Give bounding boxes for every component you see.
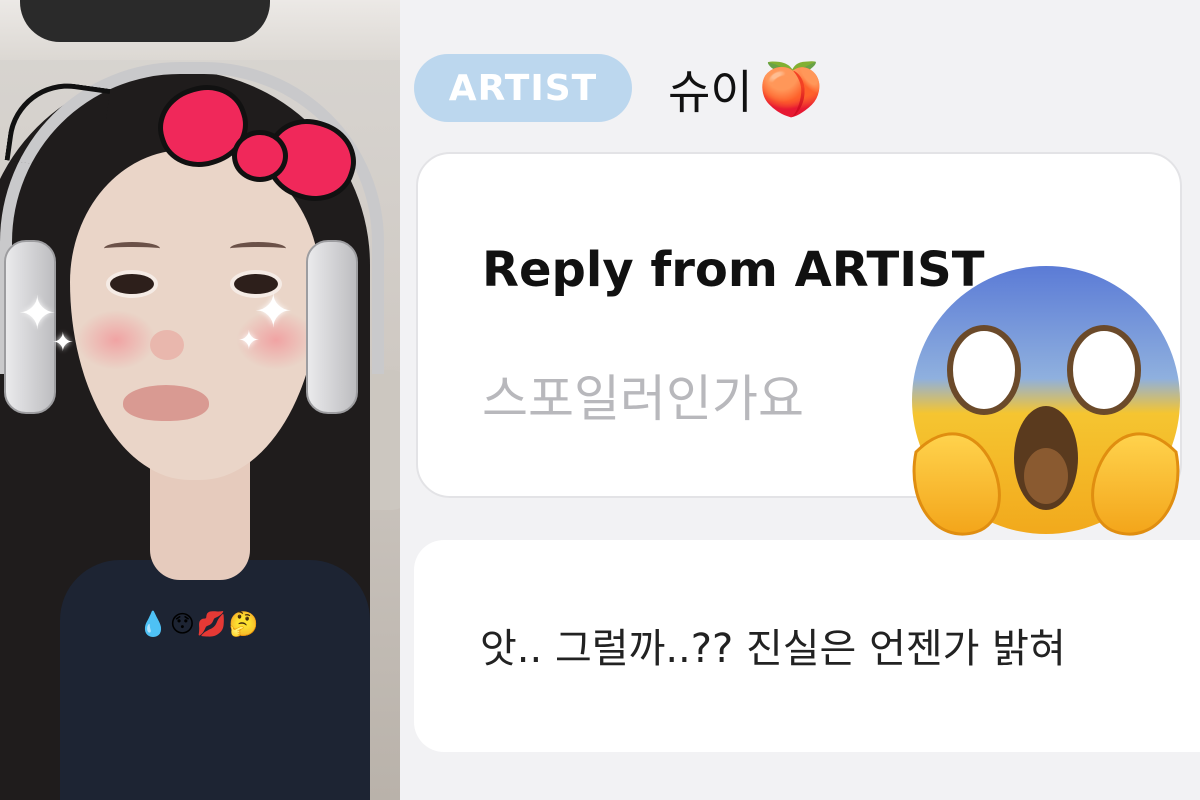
cat-ear-filter [4,75,111,174]
lips [123,385,209,421]
message-bubble[interactable]: 앗.. 그럴까..?? 진실은 언젠가 밝혀 [414,540,1200,752]
sweater [60,560,370,800]
emoji-stickers: 💧😯💋🤔 [138,610,261,638]
reply-quoted-text: 스포일러인가요 [482,370,804,428]
sparkle-icon: ✦ [238,326,260,356]
right-eye-shape [1067,325,1141,415]
left-eye-shape [947,325,1021,415]
sparkle-icon: ✦ [18,286,57,340]
selfie-photo: ✦ ✦ ✦ ✦ 💧😯💋🤔 [0,0,400,800]
bow-knot [232,130,288,182]
artist-badge: ARTIST [414,54,632,122]
sparkle-icon: ✦ [52,328,74,358]
message-text: 앗.. 그럴까..?? 진실은 언젠가 밝혀 [480,626,1066,672]
peach-icon: 🍑 [758,59,824,120]
artist-name-text: 슈이 [668,65,753,119]
screaming-face-icon [912,266,1180,536]
right-headphone-cup [306,240,358,414]
car-handle [20,0,270,42]
artist-name: 슈이 🍑 [668,54,823,124]
mouth-inner [1024,448,1068,504]
